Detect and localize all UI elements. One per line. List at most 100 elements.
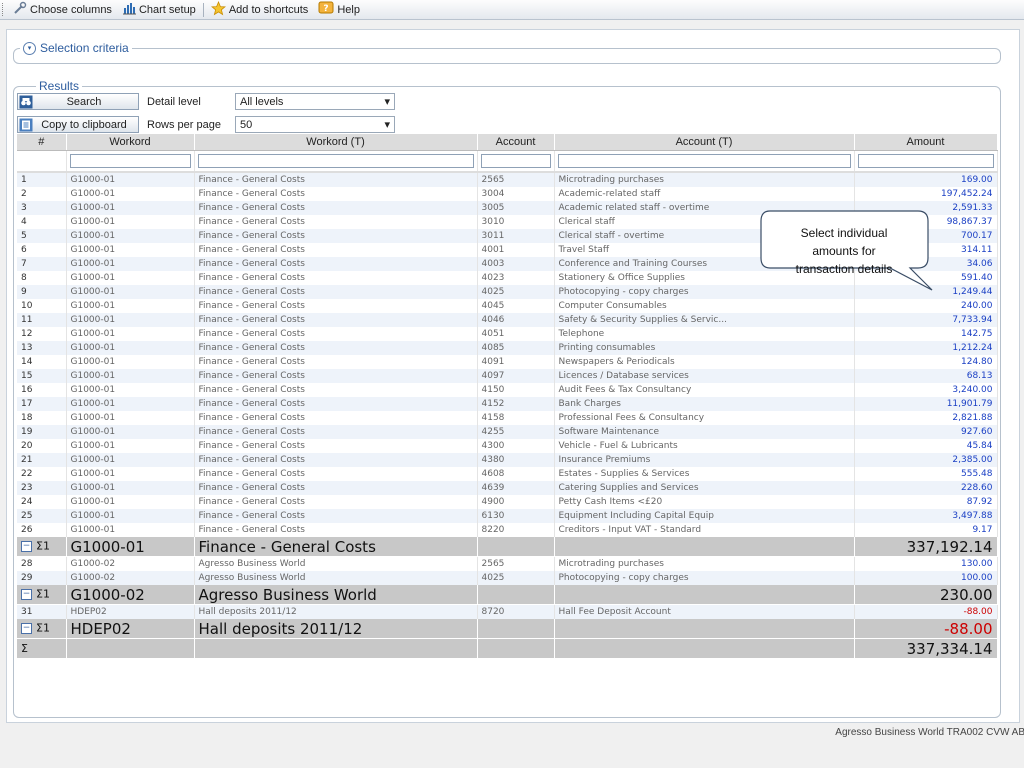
account-cell: 3010 bbox=[477, 215, 555, 229]
amount-link[interactable]: 45.84 bbox=[854, 439, 998, 453]
amount-link[interactable]: 7,733.94 bbox=[854, 313, 998, 327]
amount-link[interactable]: 3,240.00 bbox=[854, 383, 998, 397]
amount-link[interactable]: -88.00 bbox=[854, 604, 998, 619]
subtotal-toggle[interactable]: − Σ1 bbox=[17, 619, 67, 639]
detail-level-select[interactable]: All levels ▾ bbox=[235, 93, 395, 110]
search-button[interactable]: Search bbox=[17, 93, 139, 110]
account-cell: 4025 bbox=[477, 571, 555, 585]
filter-cell-index bbox=[17, 150, 67, 173]
workord-cell: G1000-01 bbox=[66, 243, 195, 257]
chart-setup-button[interactable]: Chart setup bbox=[117, 1, 201, 18]
filter-account-t-input[interactable] bbox=[557, 154, 851, 168]
collapse-minus-icon[interactable]: − bbox=[21, 623, 32, 635]
workord-cell: HDEP02 bbox=[66, 604, 195, 619]
workord-t-cell: Finance - General Costs bbox=[194, 439, 478, 453]
rows-per-page-select[interactable]: 50 ▾ bbox=[235, 116, 395, 133]
account-cell: 4046 bbox=[477, 313, 555, 327]
amount-link[interactable]: 228.60 bbox=[854, 481, 998, 495]
footer-status: Agresso Business World TRA002 CVW AB bbox=[835, 727, 1024, 738]
col-header-workord[interactable]: Workord bbox=[66, 134, 195, 151]
workord-cell: G1000-01 bbox=[66, 313, 195, 327]
col-header-amount[interactable]: Amount bbox=[854, 134, 998, 151]
account-cell: 4380 bbox=[477, 453, 555, 467]
amount-link[interactable]: 68.13 bbox=[854, 369, 998, 383]
collapse-minus-icon[interactable]: − bbox=[21, 541, 32, 553]
choose-columns-button[interactable]: Choose columns bbox=[8, 1, 117, 18]
selection-criteria-section: ▾ Selection criteria bbox=[13, 41, 1001, 64]
row-index: 31 bbox=[17, 604, 67, 619]
col-header-workord-t[interactable]: Workord (T) bbox=[194, 134, 478, 151]
help-label: Help bbox=[337, 3, 360, 16]
table-row: 16 G1000-01 Finance - General Costs 4150 Aud… bbox=[17, 383, 998, 397]
account-cell: 3011 bbox=[477, 229, 555, 243]
filter-account-input[interactable] bbox=[480, 154, 551, 168]
amount-link[interactable]: 100.00 bbox=[854, 571, 998, 585]
filter-workord-input[interactable] bbox=[69, 154, 191, 168]
amount-link[interactable]: 130.00 bbox=[854, 556, 998, 571]
workord-cell: G1000-01 bbox=[66, 369, 195, 383]
filter-workord-t-input[interactable] bbox=[197, 154, 474, 168]
account-cell: 4150 bbox=[477, 383, 555, 397]
filter-amount-input[interactable] bbox=[857, 154, 994, 168]
sigma-label: Σ1 bbox=[36, 621, 50, 635]
add-shortcuts-button[interactable]: Add to shortcuts bbox=[206, 0, 314, 19]
col-header-account-t[interactable]: Account (T) bbox=[554, 134, 855, 151]
subtotal-toggle[interactable]: − Σ1 bbox=[17, 585, 67, 605]
workord-t-cell: Finance - General Costs bbox=[194, 271, 478, 285]
subtotal-workord: G1000-01 bbox=[66, 537, 195, 557]
copy-to-clipboard-button[interactable]: Copy to clipboard bbox=[17, 116, 139, 133]
grand-total-empty bbox=[554, 638, 855, 658]
account-t-cell: Photocopying - copy charges bbox=[554, 571, 855, 585]
amount-link[interactable]: 87.92 bbox=[854, 495, 998, 509]
amount-link[interactable]: 927.60 bbox=[854, 425, 998, 439]
grand-total-empty bbox=[66, 638, 195, 658]
col-header-index[interactable]: # bbox=[17, 134, 67, 151]
account-t-cell: Estates - Supplies & Services bbox=[554, 467, 855, 481]
amount-link[interactable]: 555.48 bbox=[854, 467, 998, 481]
workord-cell: G1000-01 bbox=[66, 229, 195, 243]
selection-criteria-toggle[interactable]: ▾ Selection criteria bbox=[20, 41, 132, 55]
account-cell: 4608 bbox=[477, 467, 555, 481]
amount-link[interactable]: 2,821.88 bbox=[854, 411, 998, 425]
table-row: 17 G1000-01 Finance - General Costs 4152 Ban… bbox=[17, 397, 998, 411]
amount-link[interactable]: 124.80 bbox=[854, 355, 998, 369]
subtotal-row: − Σ1 G1000-02 Agresso Business World 230.00 bbox=[17, 585, 998, 605]
subtotal-toggle[interactable]: − Σ1 bbox=[17, 537, 67, 557]
amount-link[interactable]: 169.00 bbox=[854, 172, 998, 187]
row-index: 9 bbox=[17, 285, 67, 299]
account-t-cell: Hall Fee Deposit Account bbox=[554, 604, 855, 619]
row-index: 2 bbox=[17, 187, 67, 201]
row-index: 10 bbox=[17, 299, 67, 313]
account-cell: 8720 bbox=[477, 604, 555, 619]
col-header-account[interactable]: Account bbox=[477, 134, 555, 151]
row-index: 25 bbox=[17, 509, 67, 523]
table-row: 14 G1000-01 Finance - General Costs 4091 New… bbox=[17, 355, 998, 369]
grand-total-empty bbox=[477, 638, 555, 658]
amount-link[interactable]: 2,385.00 bbox=[854, 453, 998, 467]
workord-cell: G1000-01 bbox=[66, 257, 195, 271]
amount-link[interactable]: 11,901.79 bbox=[854, 397, 998, 411]
toolbar-grip bbox=[2, 3, 6, 16]
row-index: 20 bbox=[17, 439, 67, 453]
account-t-cell: Printing consumables bbox=[554, 341, 855, 355]
help-button[interactable]: ? Help bbox=[313, 1, 365, 18]
clipboard-icon bbox=[18, 117, 33, 132]
table-row: 29 G1000-02 Agresso Business World 4025 Phot… bbox=[17, 571, 998, 585]
workord-t-cell: Finance - General Costs bbox=[194, 383, 478, 397]
workord-t-cell: Finance - General Costs bbox=[194, 509, 478, 523]
amount-link[interactable]: 1,212.24 bbox=[854, 341, 998, 355]
amount-link[interactable]: 9.17 bbox=[854, 523, 998, 537]
amount-link[interactable]: 240.00 bbox=[854, 299, 998, 313]
collapse-minus-icon[interactable]: − bbox=[21, 589, 32, 601]
amount-link[interactable]: 197,452.24 bbox=[854, 187, 998, 201]
amount-link[interactable]: 142.75 bbox=[854, 327, 998, 341]
account-t-cell: Creditors - Input VAT - Standard bbox=[554, 523, 855, 537]
subtotal-row: − Σ1 G1000-01 Finance - General Costs 337,19… bbox=[17, 537, 998, 557]
star-icon bbox=[210, 0, 226, 19]
workord-t-cell: Finance - General Costs bbox=[194, 327, 478, 341]
amount-link[interactable]: 3,497.88 bbox=[854, 509, 998, 523]
row-index: 26 bbox=[17, 523, 67, 537]
subtotal-empty bbox=[477, 619, 555, 639]
workord-t-cell: Finance - General Costs bbox=[194, 397, 478, 411]
workord-cell: G1000-01 bbox=[66, 411, 195, 425]
